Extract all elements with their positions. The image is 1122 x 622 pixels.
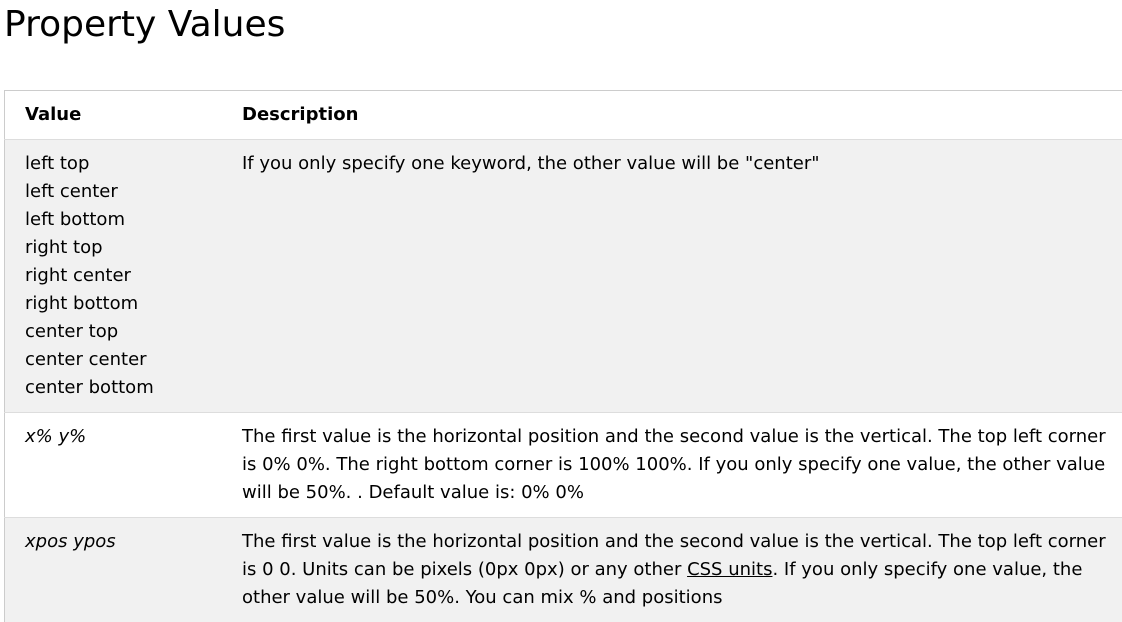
description-cell: The first value is the horizontal positi… xyxy=(222,412,1122,518)
value-cell: x% y% xyxy=(4,412,222,518)
page-title: Property Values xyxy=(4,4,286,45)
css-units-link[interactable]: CSS units xyxy=(687,559,772,580)
keyword-value: left center xyxy=(25,181,118,202)
keyword-value: left bottom xyxy=(25,209,125,230)
keyword-value: right top xyxy=(25,237,103,258)
table-row: left top left center left bottom right t… xyxy=(4,139,1122,413)
keyword-value: right center xyxy=(25,265,131,286)
keyword-value: right bottom xyxy=(25,293,139,314)
description-cell: The first value is the horizontal positi… xyxy=(222,518,1122,622)
keyword-value: center bottom xyxy=(25,377,154,398)
value-cell: xpos ypos xyxy=(25,531,116,552)
table-header-row: Value Description xyxy=(4,90,1122,140)
column-header-value: Value xyxy=(4,90,222,140)
property-values-table: Value Description left top left center l… xyxy=(4,90,1122,622)
keyword-value: left top xyxy=(25,153,90,174)
table-row: xpos ypos The first value is the horizon… xyxy=(4,517,1122,622)
value-cell: left top left center left bottom right t… xyxy=(4,139,222,413)
keyword-value: center center xyxy=(25,349,147,370)
column-header-description: Description xyxy=(222,90,1122,140)
description-cell: If you only specify one keyword, the oth… xyxy=(222,139,1122,413)
table-row: x% y% The first value is the horizontal … xyxy=(4,412,1122,518)
keyword-value: center top xyxy=(25,321,119,342)
